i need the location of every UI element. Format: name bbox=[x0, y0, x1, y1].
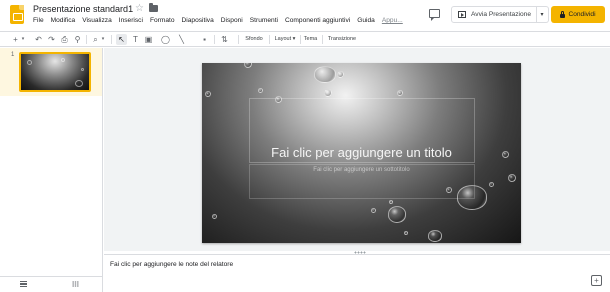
water-drop bbox=[502, 151, 509, 158]
menu-disponi[interactable]: Disponi bbox=[221, 17, 243, 28]
layout-button[interactable]: Layout ▾ bbox=[272, 34, 298, 45]
comment-icon[interactable] bbox=[429, 9, 440, 21]
menu-strumenti[interactable]: Strumenti bbox=[250, 17, 278, 28]
menu-diapositiva[interactable]: Diapositiva bbox=[182, 17, 214, 28]
app-header: Presentazione standard1 ☆ File Modifica … bbox=[0, 0, 610, 30]
water-drop bbox=[314, 66, 336, 83]
line-tool[interactable]: ╲ bbox=[176, 34, 187, 45]
transition-button[interactable]: Transizione bbox=[326, 34, 358, 45]
speaker-notes[interactable]: Fai clic per aggiungere le note del rela… bbox=[104, 254, 610, 292]
menu-visualizza[interactable]: Visualizza bbox=[82, 17, 112, 28]
slides-logo-icon[interactable] bbox=[10, 5, 24, 24]
format-options-button[interactable]: ⇅ bbox=[219, 34, 230, 45]
menu-bar: File Modifica Visualizza Inserisci Forma… bbox=[33, 17, 403, 28]
present-icon bbox=[458, 11, 466, 18]
share-label: Condividi bbox=[568, 11, 596, 18]
menu-formato[interactable]: Formato bbox=[150, 17, 175, 28]
lock-icon bbox=[560, 10, 566, 18]
theme-button[interactable]: Tema bbox=[302, 34, 319, 45]
slide-filmstrip: 1 bbox=[0, 48, 103, 276]
speaker-notes-placeholder[interactable]: Fai clic per aggiungere le note del rela… bbox=[110, 261, 233, 268]
water-drop bbox=[275, 96, 282, 103]
toolbar-divider bbox=[269, 35, 270, 44]
filmstrip-view-toggle bbox=[0, 276, 103, 292]
image-tool[interactable]: ▣ bbox=[143, 34, 154, 45]
filmstrip-view-icon[interactable] bbox=[20, 281, 27, 287]
present-button[interactable]: Avvia Presentazione bbox=[451, 6, 537, 23]
present-label: Avvia Presentazione bbox=[471, 11, 531, 18]
shape-tool[interactable]: ◯ bbox=[160, 34, 171, 45]
thumbnail-bubble bbox=[27, 60, 32, 65]
water-drop bbox=[397, 90, 403, 96]
comment-tool[interactable]: ▪ bbox=[199, 34, 210, 45]
slide[interactable]: Fai clic per aggiungere un titolo Fai cl… bbox=[202, 63, 521, 243]
slide-canvas: Fai clic per aggiungere un titolo Fai cl… bbox=[104, 48, 610, 251]
toolbar-divider bbox=[214, 35, 215, 44]
water-drop bbox=[244, 63, 252, 68]
water-drop bbox=[212, 214, 217, 219]
share-button[interactable]: Condividi bbox=[551, 6, 605, 23]
background-button[interactable]: Sfondo bbox=[243, 34, 265, 45]
toolbar: + ▾ ↶ ↷ ⎙ ⚲ ⌕ ▾ ↖ T ▣ ◯ ╲ ▪ ⇅ Sfondo Lay… bbox=[0, 31, 610, 47]
thumbnail-bubble bbox=[81, 68, 84, 71]
water-drop bbox=[508, 174, 516, 182]
select-tool[interactable]: ↖ bbox=[116, 34, 127, 45]
last-edit-link[interactable]: Appu... bbox=[382, 17, 403, 28]
water-drop bbox=[457, 185, 487, 210]
new-slide-button[interactable]: + bbox=[11, 34, 20, 45]
toolbar-divider bbox=[111, 35, 112, 44]
title-placeholder[interactable]: Fai clic per aggiungere un titolo bbox=[202, 145, 521, 160]
water-drop bbox=[389, 200, 393, 204]
toolbar-divider bbox=[300, 35, 301, 44]
zoom-dropdown[interactable]: ▾ bbox=[100, 34, 106, 45]
slide-thumbnail[interactable] bbox=[19, 52, 91, 92]
star-icon[interactable]: ☆ bbox=[135, 3, 144, 14]
toolbar-divider bbox=[322, 35, 323, 44]
slide-number: 1 bbox=[11, 52, 15, 58]
thumbnail-bubble bbox=[61, 58, 65, 62]
menu-componenti-aggiuntivi[interactable]: Componenti aggiuntivi bbox=[285, 17, 350, 28]
new-slide-layout-dropdown[interactable]: ▾ bbox=[20, 34, 26, 45]
undo-button[interactable]: ↶ bbox=[34, 34, 43, 45]
redo-button[interactable]: ↷ bbox=[47, 34, 56, 45]
toolbar-divider bbox=[86, 35, 87, 44]
folder-icon[interactable] bbox=[149, 3, 158, 12]
water-drop bbox=[404, 231, 408, 235]
paint-format-button[interactable]: ⚲ bbox=[73, 34, 82, 45]
print-button[interactable]: ⎙ bbox=[60, 34, 69, 45]
explore-icon[interactable]: + bbox=[591, 275, 602, 286]
water-drop bbox=[337, 71, 344, 78]
water-drop bbox=[258, 88, 263, 93]
subtitle-placeholder[interactable]: Fai clic per aggiungere un sottotitolo bbox=[202, 167, 521, 173]
menu-inserisci[interactable]: Inserisci bbox=[119, 17, 143, 28]
document-title[interactable]: Presentazione standard1 bbox=[33, 4, 133, 14]
water-drop bbox=[371, 208, 376, 213]
water-drop bbox=[446, 187, 452, 193]
grid-view-icon[interactable] bbox=[72, 281, 79, 287]
textbox-tool[interactable]: T bbox=[130, 34, 141, 45]
present-options-dropdown[interactable]: ▾ bbox=[536, 6, 549, 23]
water-drop bbox=[428, 230, 442, 242]
water-drop bbox=[489, 182, 494, 187]
menu-file[interactable]: File bbox=[33, 17, 44, 28]
slides-app: Presentazione standard1 ☆ File Modifica … bbox=[0, 0, 610, 292]
menu-modifica[interactable]: Modifica bbox=[51, 17, 76, 28]
toolbar-divider bbox=[238, 35, 239, 44]
thumbnail-bubble bbox=[75, 80, 83, 87]
water-drop bbox=[324, 89, 332, 97]
water-drop bbox=[388, 206, 406, 223]
zoom-button[interactable]: ⌕ bbox=[91, 34, 100, 45]
water-drop bbox=[205, 91, 211, 97]
menu-guida[interactable]: Guida bbox=[357, 17, 375, 28]
